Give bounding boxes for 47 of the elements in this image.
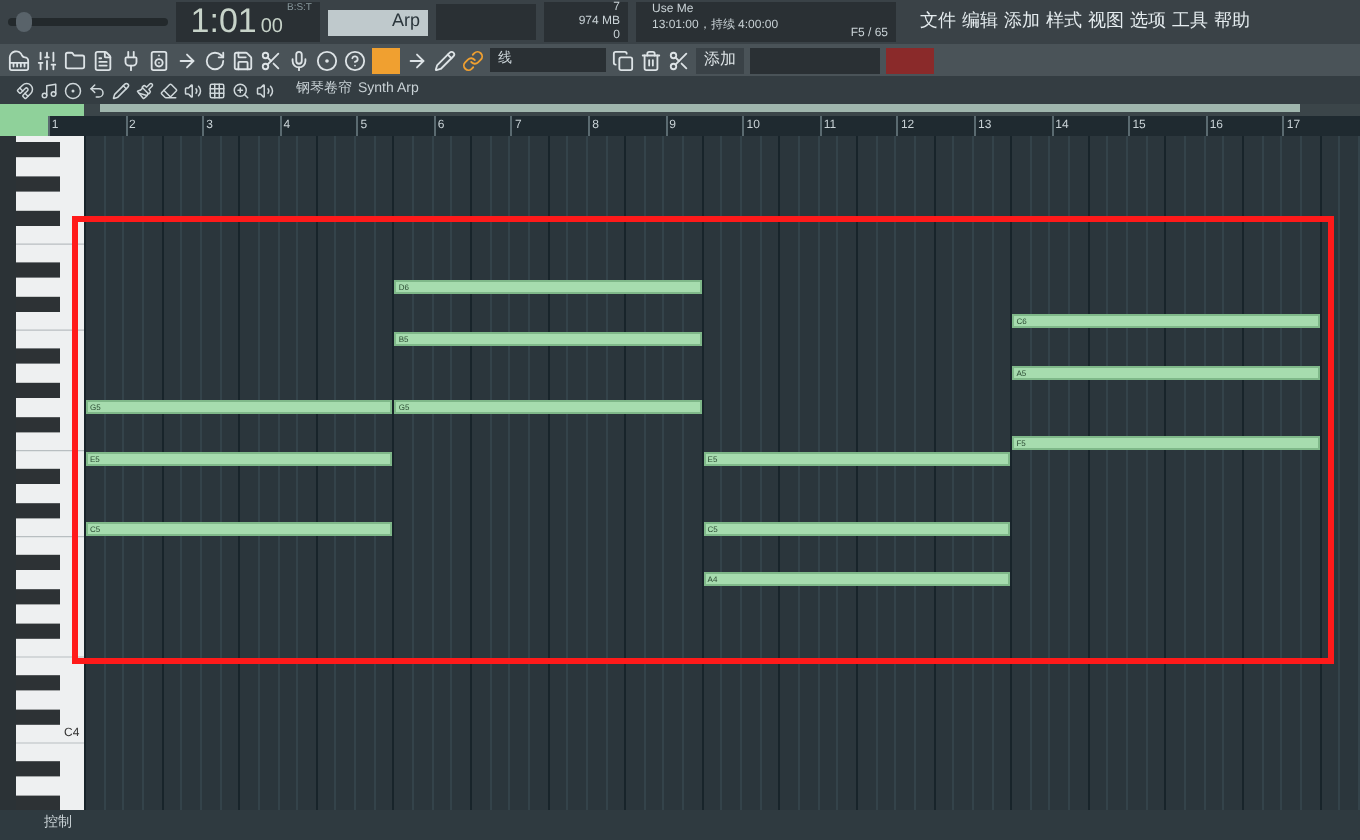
redo-icon[interactable]: [204, 49, 226, 71]
cut-icon[interactable]: [668, 49, 690, 71]
piano-icon[interactable]: [8, 49, 30, 71]
time-text: 1:01: [190, 2, 257, 42]
file-icon[interactable]: [92, 49, 114, 71]
magnet-icon[interactable]: [16, 81, 34, 99]
copy-icon[interactable]: [612, 49, 634, 71]
save-icon[interactable]: [232, 49, 254, 71]
master-volume-thumb[interactable]: [15, 12, 32, 32]
cut-icon[interactable]: [260, 49, 282, 71]
speaker-icon[interactable]: [184, 81, 202, 99]
record-toggle[interactable]: [886, 47, 934, 73]
brush-icon[interactable]: [136, 81, 154, 99]
menu-item[interactable]: 文件: [920, 8, 956, 36]
piano-keyboard-drawing[interactable]: [0, 136, 84, 810]
undo-icon[interactable]: [88, 81, 106, 99]
target-icon[interactable]: [64, 81, 82, 99]
note-icon[interactable]: [40, 81, 58, 99]
eraser-icon[interactable]: [160, 81, 178, 99]
help-icon[interactable]: [344, 49, 366, 71]
arrow-icon[interactable]: [176, 49, 198, 71]
menu-item[interactable]: 视图: [1088, 8, 1124, 36]
pattern-selector[interactable]: Arp: [328, 9, 428, 35]
speaker-icon[interactable]: [256, 81, 274, 99]
pencil-icon[interactable]: [112, 81, 130, 99]
link-icon[interactable]: [462, 49, 484, 71]
grid-icon[interactable]: [208, 81, 226, 99]
menu-item[interactable]: 添加: [1004, 8, 1040, 36]
tool-toggle[interactable]: [372, 47, 400, 73]
pencil-icon[interactable]: [434, 49, 456, 71]
menu-item[interactable]: 编辑: [962, 8, 998, 36]
menu-item[interactable]: 样式: [1046, 8, 1082, 36]
menu-item[interactable]: 选项: [1130, 8, 1166, 36]
scrollbar-thumb[interactable]: [100, 104, 1300, 112]
speaker-icon[interactable]: [148, 49, 170, 71]
arrow-icon[interactable]: [406, 49, 428, 71]
plug-icon[interactable]: [120, 49, 142, 71]
zoom-icon[interactable]: [232, 81, 250, 99]
folder-icon[interactable]: [64, 49, 86, 71]
trash-icon[interactable]: [640, 49, 662, 71]
record-icon[interactable]: [316, 49, 338, 71]
time-ticks-text: 00: [260, 14, 283, 42]
mixer-icon[interactable]: [36, 49, 58, 71]
menu-item[interactable]: 工具: [1172, 8, 1208, 36]
add-button[interactable]: 添加: [696, 47, 744, 73]
menu-item[interactable]: 帮助: [1214, 8, 1250, 36]
microphone-icon[interactable]: [288, 49, 310, 71]
